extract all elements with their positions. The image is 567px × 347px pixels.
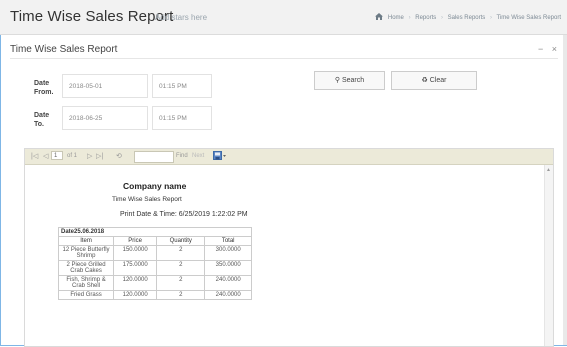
column-header-item: Item: [57, 236, 115, 246]
column-header-quantity: Quantity: [156, 236, 206, 246]
total-cell: 350.0000: [204, 260, 252, 276]
prev-page-button[interactable]: ◁: [43, 152, 48, 160]
table-row: Fish, Shrimp & Crab Shell 120.0000 2 240…: [57, 275, 252, 291]
scroll-up-icon[interactable]: ▲: [546, 167, 551, 173]
report-toolbar: |◁ ◁ 1 of 1 ▷ ▷| ⟲ Find Next: [25, 149, 553, 165]
clear-button[interactable]: ♻ Clear: [391, 71, 477, 90]
quantity-cell: 2: [156, 260, 206, 276]
table-row: 2 Piece Grilled Crab Cakes 175.0000 2 35…: [57, 260, 252, 276]
breadcrumb-current: Time Wise Sales Report: [496, 15, 561, 21]
page-number-input[interactable]: 1: [51, 151, 63, 160]
quantity-cell: 2: [156, 245, 206, 261]
clear-button-label: Clear: [429, 77, 447, 84]
column-header-total: Total: [204, 236, 252, 246]
breadcrumb-reports[interactable]: Reports: [415, 15, 436, 21]
portlet-title: Time Wise Sales Report: [10, 44, 118, 55]
item-cell: 12 Piece Butterfly Shrimp: [57, 245, 115, 261]
breadcrumb-separator: ›: [440, 15, 443, 21]
page-scrollbar[interactable]: [563, 34, 567, 345]
price-cell: 120.0000: [113, 275, 158, 291]
collapse-icon[interactable]: −: [538, 44, 543, 54]
search-button[interactable]: ⚲ Search: [314, 71, 385, 90]
search-icon: ⚲: [334, 77, 340, 84]
date-from-label: Date From.: [34, 80, 54, 96]
breadcrumb: Home › Reports › Sales Reports › Time Wi…: [375, 13, 561, 21]
page-header: Time Wise Sales Report Add stars here Ho…: [0, 0, 567, 35]
breadcrumb-separator: ›: [408, 15, 411, 21]
table-row: Fried Grass 120.0000 2 240.0000: [57, 290, 252, 300]
find-next-link[interactable]: Next: [192, 153, 204, 159]
report-viewer: |◁ ◁ 1 of 1 ▷ ▷| ⟲ Find Next ▲ Company n…: [24, 148, 554, 347]
next-page-button[interactable]: ▷: [87, 152, 92, 160]
portlet-divider: [10, 58, 558, 59]
refresh-icon[interactable]: ⟲: [116, 152, 122, 160]
report-print-date: Print Date & Time: 6/25/2019 1:22:02 PM: [120, 211, 248, 218]
column-header-price: Price: [113, 236, 158, 246]
table-row: 12 Piece Butterfly Shrimp 150.0000 2 300…: [57, 245, 252, 261]
close-icon[interactable]: ×: [552, 44, 557, 54]
search-button-label: Search: [341, 77, 365, 84]
quantity-cell: 2: [156, 275, 206, 291]
date-to-input[interactable]: 2018-06-25: [62, 106, 148, 130]
price-cell: 150.0000: [113, 245, 158, 261]
report-company: Company name: [123, 181, 187, 191]
find-link[interactable]: Find: [176, 153, 188, 159]
time-to-input[interactable]: 01:15 PM: [152, 106, 212, 130]
total-cell: 300.0000: [204, 245, 252, 261]
last-page-button[interactable]: ▷|: [96, 152, 103, 160]
item-cell: Fried Grass: [57, 290, 115, 300]
breadcrumb-separator: ›: [489, 15, 492, 21]
report-table: Date25.06.2018 Item Price Quantity Total…: [57, 227, 252, 300]
quantity-cell: 2: [156, 290, 206, 300]
report-scrollbar[interactable]: ▲: [544, 165, 553, 346]
portlet-tools: − ×: [532, 44, 557, 54]
item-cell: Fish, Shrimp & Crab Shell: [57, 275, 115, 291]
table-header-row: Item Price Quantity Total: [57, 236, 252, 246]
date-group-row: Date25.06.2018: [58, 227, 252, 237]
breadcrumb-sales-reports[interactable]: Sales Reports: [448, 15, 486, 21]
item-cell: 2 Piece Grilled Crab Cakes: [57, 260, 115, 276]
price-cell: 120.0000: [113, 290, 158, 300]
find-input[interactable]: [134, 151, 174, 163]
time-from-input[interactable]: 01:15 PM: [152, 74, 212, 98]
date-group-label: Date25.06.2018: [58, 227, 252, 237]
page-count: of 1: [67, 153, 78, 159]
total-cell: 240.0000: [204, 290, 252, 300]
home-icon: [375, 13, 384, 20]
total-cell: 240.0000: [204, 275, 252, 291]
price-cell: 175.0000: [113, 260, 158, 276]
app-subtitle: Add stars here: [155, 13, 208, 22]
first-page-button[interactable]: |◁: [31, 152, 38, 160]
export-icon[interactable]: [213, 151, 227, 161]
breadcrumb-home[interactable]: Home: [388, 15, 404, 21]
date-from-input[interactable]: 2018-05-01: [62, 74, 148, 98]
app-title: Time Wise Sales Report: [10, 8, 174, 25]
clear-icon: ♻: [421, 77, 428, 84]
report-title: Time Wise Sales Report: [112, 196, 182, 203]
date-to-label: Date To.: [34, 112, 50, 128]
